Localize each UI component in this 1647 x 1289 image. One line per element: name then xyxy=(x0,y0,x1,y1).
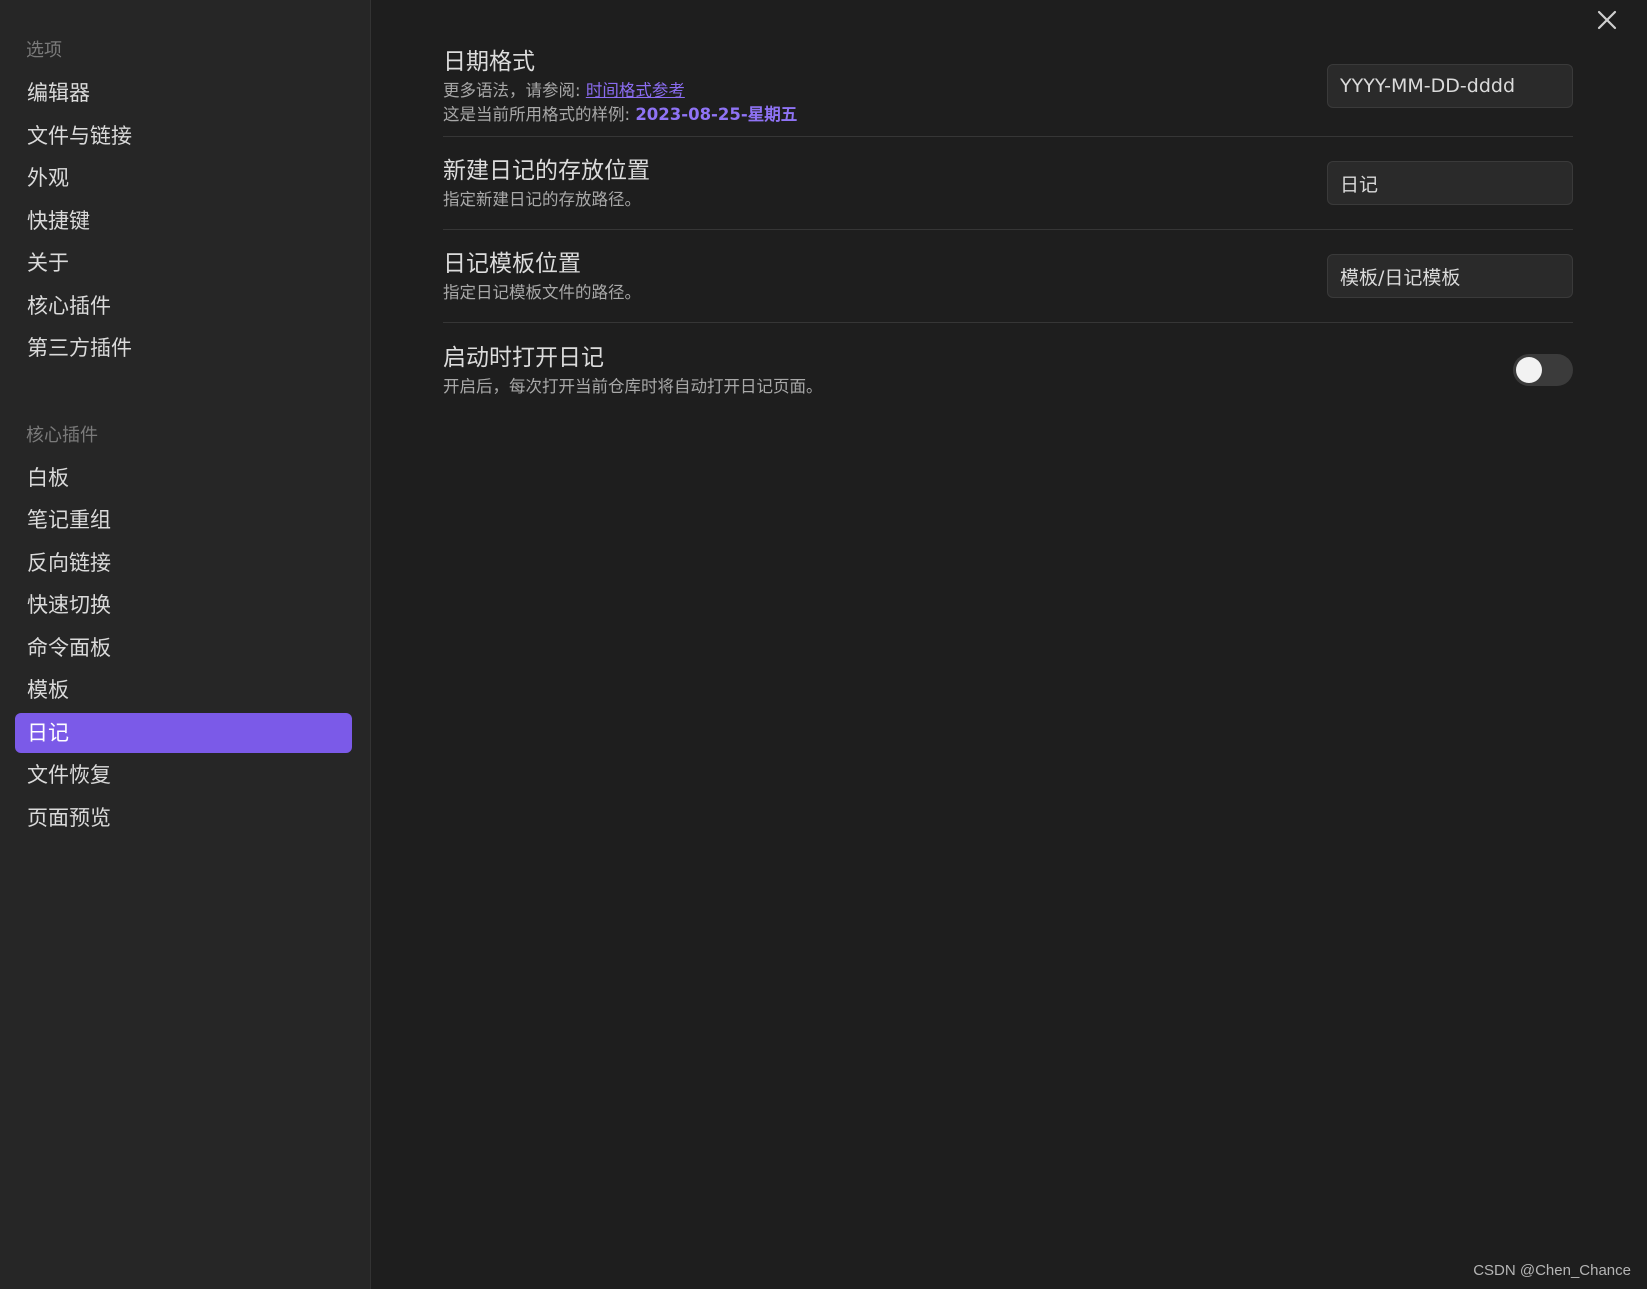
syntax-hint-text: 更多语法，请参阅: xyxy=(443,81,586,100)
setting-example: 这是当前所用格式的样例: 2023-08-25-星期五 xyxy=(443,103,797,127)
sidebar-item-about[interactable]: 关于 xyxy=(15,243,352,283)
setting-date-format: 日期格式 更多语法，请参阅: 时间格式参考 这是当前所用格式的样例: 2023-… xyxy=(443,36,1573,137)
sidebar-item-note-composer[interactable]: 笔记重组 xyxy=(15,500,352,540)
format-reference-link[interactable]: 时间格式参考 xyxy=(586,81,685,100)
setting-info: 新建日记的存放位置 指定新建日记的存放路径。 xyxy=(443,154,650,212)
setting-name: 启动时打开日记 xyxy=(443,344,604,371)
new-note-location-input[interactable] xyxy=(1327,161,1573,205)
setting-description: 更多语法，请参阅: 时间格式参考 xyxy=(443,79,797,103)
settings-window: 选项 编辑器 文件与链接 外观 快捷键 关于 核心插件 第三方插件 核心插件 白… xyxy=(0,0,1647,1289)
sidebar-item-page-preview[interactable]: 页面预览 xyxy=(15,798,352,838)
sidebar-item-appearance[interactable]: 外观 xyxy=(15,158,352,198)
sidebar-item-daily-notes[interactable]: 日记 xyxy=(15,712,352,753)
settings-sidebar: 选项 编辑器 文件与链接 外观 快捷键 关于 核心插件 第三方插件 核心插件 白… xyxy=(0,0,371,1289)
setting-new-note-location: 新建日记的存放位置 指定新建日记的存放路径。 xyxy=(443,137,1573,230)
setting-name: 日期格式 xyxy=(443,49,535,75)
close-button[interactable] xyxy=(1593,6,1621,34)
setting-info: 启动时打开日记 开启后，每次打开当前仓库时将自动打开日记页面。 xyxy=(443,341,823,399)
toggle-knob xyxy=(1516,356,1542,383)
setting-info: 日期格式 更多语法，请参阅: 时间格式参考 这是当前所用格式的样例: 2023-… xyxy=(443,45,797,127)
sidebar-item-quick-switcher[interactable]: 快速切换 xyxy=(15,585,352,625)
sidebar-item-community-plugins[interactable]: 第三方插件 xyxy=(15,328,352,368)
template-location-input[interactable] xyxy=(1327,254,1573,298)
sidebar-item-editor[interactable]: 编辑器 xyxy=(15,73,352,113)
example-label: 这是当前所用格式的样例: xyxy=(443,105,636,124)
sidebar-item-core-plugins[interactable]: 核心插件 xyxy=(15,286,352,326)
sidebar-heading-options: 选项 xyxy=(26,40,62,61)
sidebar-item-files-and-links[interactable]: 文件与链接 xyxy=(15,116,352,156)
setting-description: 指定新建日记的存放路径。 xyxy=(443,190,641,209)
setting-info: 日记模板位置 指定日记模板文件的路径。 xyxy=(443,247,641,305)
sidebar-item-templates[interactable]: 模板 xyxy=(15,670,352,710)
close-icon xyxy=(1597,10,1617,30)
setting-name: 日记模板位置 xyxy=(443,251,581,277)
sidebar-item-canvas[interactable]: 白板 xyxy=(15,458,352,498)
watermark: CSDN @Chen_Chance xyxy=(1473,1262,1631,1279)
date-format-input[interactable] xyxy=(1327,64,1573,108)
sidebar-item-hotkeys[interactable]: 快捷键 xyxy=(15,201,352,241)
sidebar-item-backlinks[interactable]: 反向链接 xyxy=(15,543,352,583)
setting-open-on-startup: 启动时打开日记 开启后，每次打开当前仓库时将自动打开日记页面。 xyxy=(443,323,1573,416)
settings-content: 日期格式 更多语法，请参阅: 时间格式参考 这是当前所用格式的样例: 2023-… xyxy=(371,0,1647,1289)
sidebar-item-file-recovery[interactable]: 文件恢复 xyxy=(15,755,352,795)
sidebar-item-command-palette[interactable]: 命令面板 xyxy=(15,628,352,668)
setting-name: 新建日记的存放位置 xyxy=(443,158,650,184)
setting-description: 指定日记模板文件的路径。 xyxy=(443,283,641,302)
open-on-startup-toggle[interactable] xyxy=(1513,353,1573,386)
setting-template-location: 日记模板位置 指定日记模板文件的路径。 xyxy=(443,230,1573,323)
sidebar-heading-core-plugins: 核心插件 xyxy=(26,424,98,446)
setting-description: 开启后，每次打开当前仓库时将自动打开日记页面。 xyxy=(443,376,823,396)
example-value: 2023-08-25-星期五 xyxy=(635,105,798,124)
